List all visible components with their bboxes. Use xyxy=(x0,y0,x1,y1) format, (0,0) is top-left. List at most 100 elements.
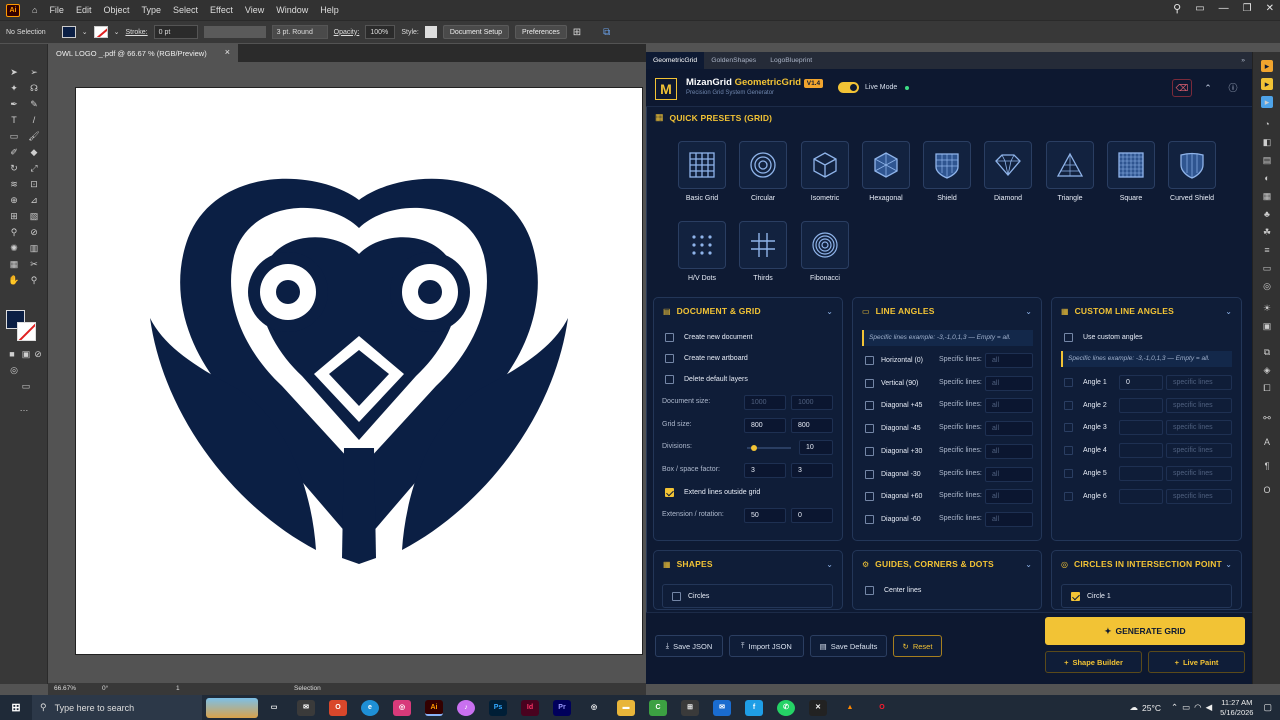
home-icon[interactable]: ⌂ xyxy=(26,5,43,15)
task-view-icon[interactable]: ▭ xyxy=(265,700,283,716)
custom-angle-value-input[interactable]: 0 xyxy=(1119,375,1163,390)
eraser-button[interactable]: ⌫ xyxy=(1172,79,1192,97)
rotation-input[interactable]: 0 xyxy=(791,508,833,523)
create-document-option[interactable]: Create new document xyxy=(665,333,752,342)
direct-selection-tool-icon[interactable]: ➢ xyxy=(28,66,40,78)
save-json-button[interactable]: ⤓ Save JSON xyxy=(655,635,723,657)
swatches-icon[interactable]: ▦ xyxy=(1261,190,1273,202)
screen-mode-icon[interactable]: ▭ xyxy=(20,380,32,392)
grid-height-input[interactable]: 800 xyxy=(791,418,833,433)
custom-angle-value-input[interactable] xyxy=(1119,488,1163,504)
symbol-sprayer-icon[interactable]: ✺ xyxy=(8,242,20,254)
chevron-down-icon[interactable]: ⌄ xyxy=(826,560,833,569)
artboard-tool-icon[interactable]: ▦ xyxy=(8,258,20,270)
preferences-button[interactable]: Preferences xyxy=(515,25,567,39)
line-angle-row[interactable]: Diagonal -30 xyxy=(865,469,921,479)
specific-lines-input[interactable]: all xyxy=(985,466,1033,482)
curvature-tool-icon[interactable]: ✎ xyxy=(28,98,40,110)
create-artboard-checkbox[interactable] xyxy=(665,354,674,363)
stroke-color-swatch[interactable] xyxy=(17,322,36,341)
preset-thirds[interactable]: Thirds xyxy=(738,221,788,282)
generate-grid-button[interactable]: ✦ GENERATE GRID xyxy=(1045,617,1245,645)
use-custom-angles-checkbox[interactable] xyxy=(1064,333,1073,342)
opentype-icon[interactable]: O xyxy=(1261,484,1273,496)
graph-tool-icon[interactable]: ▥ xyxy=(28,242,40,254)
extend-lines-checkbox[interactable] xyxy=(665,488,674,497)
custom-angle-lines-input[interactable]: specific lines xyxy=(1166,375,1232,390)
menu-window[interactable]: Window xyxy=(270,5,314,15)
extension-input[interactable]: 50 xyxy=(744,508,786,523)
custom-angle-value-input[interactable] xyxy=(1119,420,1163,436)
document-width-input[interactable]: 1000 xyxy=(744,395,786,410)
chevron-down-icon[interactable]: ⌄ xyxy=(826,307,833,316)
custom-angle-checkbox[interactable] xyxy=(1064,423,1073,433)
instagram-icon[interactable]: ◎ xyxy=(393,699,411,716)
vlc-icon[interactable]: ▲ xyxy=(841,700,859,716)
stroke-weight-input[interactable]: 0 pt xyxy=(153,25,198,39)
specific-lines-input[interactable]: all xyxy=(985,421,1033,437)
box-factor-input[interactable]: 3 xyxy=(744,463,786,478)
color-mode-icon[interactable]: ■ xyxy=(6,348,18,360)
import-json-button[interactable]: ⤒ Import JSON xyxy=(729,635,804,657)
line-angle-row[interactable]: Diagonal +30 xyxy=(865,446,922,456)
line-angle-checkbox[interactable] xyxy=(865,378,874,388)
pen-tool-icon[interactable]: ✒ xyxy=(8,98,20,110)
artboard-number[interactable]: 1 xyxy=(176,685,180,692)
search-icon[interactable]: ⚲ xyxy=(1173,2,1181,15)
document-setup-button[interactable]: Document Setup xyxy=(442,25,509,39)
color-icon[interactable]: ◐ xyxy=(1261,172,1273,184)
specific-lines-input[interactable]: all xyxy=(985,489,1033,505)
circle1-checkbox[interactable] xyxy=(1071,592,1080,601)
tray-chevron-icon[interactable]: ⌃ xyxy=(1171,702,1178,713)
specific-lines-input[interactable]: all xyxy=(985,511,1033,527)
zoom-level[interactable]: 66.67% xyxy=(54,685,76,692)
extend-lines-option[interactable]: Extend lines outside grid xyxy=(665,488,760,497)
preset-fibonacci[interactable]: Fibonacci xyxy=(800,221,850,282)
line-angle-row[interactable]: Diagonal -60 xyxy=(865,514,921,524)
chevron-down-icon[interactable]: ⌄ xyxy=(1025,307,1032,316)
collapse-panel-icon[interactable]: » xyxy=(1234,52,1252,69)
preset-hv-dots[interactable]: H/V Dots xyxy=(677,221,727,282)
preset-curved-shield[interactable]: Curved Shield xyxy=(1167,141,1217,202)
explorer-icon[interactable]: ▬ xyxy=(617,699,635,716)
delete-layers-option[interactable]: Delete default layers xyxy=(665,375,748,384)
close-tab-icon[interactable]: × xyxy=(225,47,230,57)
taskbar-search[interactable]: ⚲ Type here to search xyxy=(32,695,202,720)
layers-icon[interactable]: ◧ xyxy=(1261,136,1273,148)
menu-select[interactable]: Select xyxy=(167,5,204,15)
document-height-input[interactable]: 1000 xyxy=(791,395,833,410)
slider-handle[interactable] xyxy=(751,445,757,451)
network-icon[interactable]: ▭ xyxy=(1182,702,1190,713)
chrome-icon[interactable]: ◎ xyxy=(585,700,603,716)
hand-tool-icon[interactable]: ✋ xyxy=(8,274,20,286)
clock[interactable]: 11:27 AM 5/16/2026 xyxy=(1220,698,1253,718)
chevron-down-icon[interactable]: ⌄ xyxy=(1225,307,1232,316)
shaper-tool-icon[interactable]: ✐ xyxy=(8,146,20,158)
rectangle-tool-icon[interactable]: ▭ xyxy=(8,130,20,142)
custom-angle-row[interactable]: Angle 2 xyxy=(1064,400,1107,410)
paragraph-icon[interactable]: ¶ xyxy=(1261,460,1273,472)
transparency-icon[interactable]: ◎ xyxy=(1261,280,1273,292)
whatsapp-icon[interactable]: ✆ xyxy=(777,699,795,716)
collapse-up-icon[interactable]: ⌃ xyxy=(1199,79,1217,97)
gradient-panel-icon[interactable]: ▭ xyxy=(1261,262,1273,274)
reset-button[interactable]: ↻ Reset xyxy=(893,635,942,657)
custom-angle-lines-input[interactable]: specific lines xyxy=(1166,397,1232,413)
blend-tool-icon[interactable]: ⊘ xyxy=(28,226,40,238)
mail-icon[interactable]: ✉ xyxy=(297,699,315,716)
use-custom-angles-option[interactable]: Use custom angles xyxy=(1064,333,1143,342)
menu-help[interactable]: Help xyxy=(314,5,345,15)
delete-layers-checkbox[interactable] xyxy=(665,375,674,384)
line-angle-checkbox[interactable] xyxy=(865,424,874,434)
custom-angle-value-input[interactable] xyxy=(1119,443,1163,459)
tab-logoblueprint[interactable]: LogoBlueprint xyxy=(763,52,819,69)
volume-icon[interactable]: ◀ xyxy=(1206,702,1213,713)
graphic-styles-icon[interactable]: ▣ xyxy=(1261,320,1273,332)
line-angle-checkbox[interactable] xyxy=(865,469,874,479)
custom-angle-value-input[interactable] xyxy=(1119,465,1163,481)
free-transform-icon[interactable]: ⊡ xyxy=(28,178,40,190)
chevron-down-icon[interactable]: ⌄ xyxy=(1225,560,1232,569)
create-document-checkbox[interactable] xyxy=(665,333,674,342)
slice-tool-icon[interactable]: ✂ xyxy=(28,258,40,270)
custom-angle-value-input[interactable] xyxy=(1119,397,1163,413)
